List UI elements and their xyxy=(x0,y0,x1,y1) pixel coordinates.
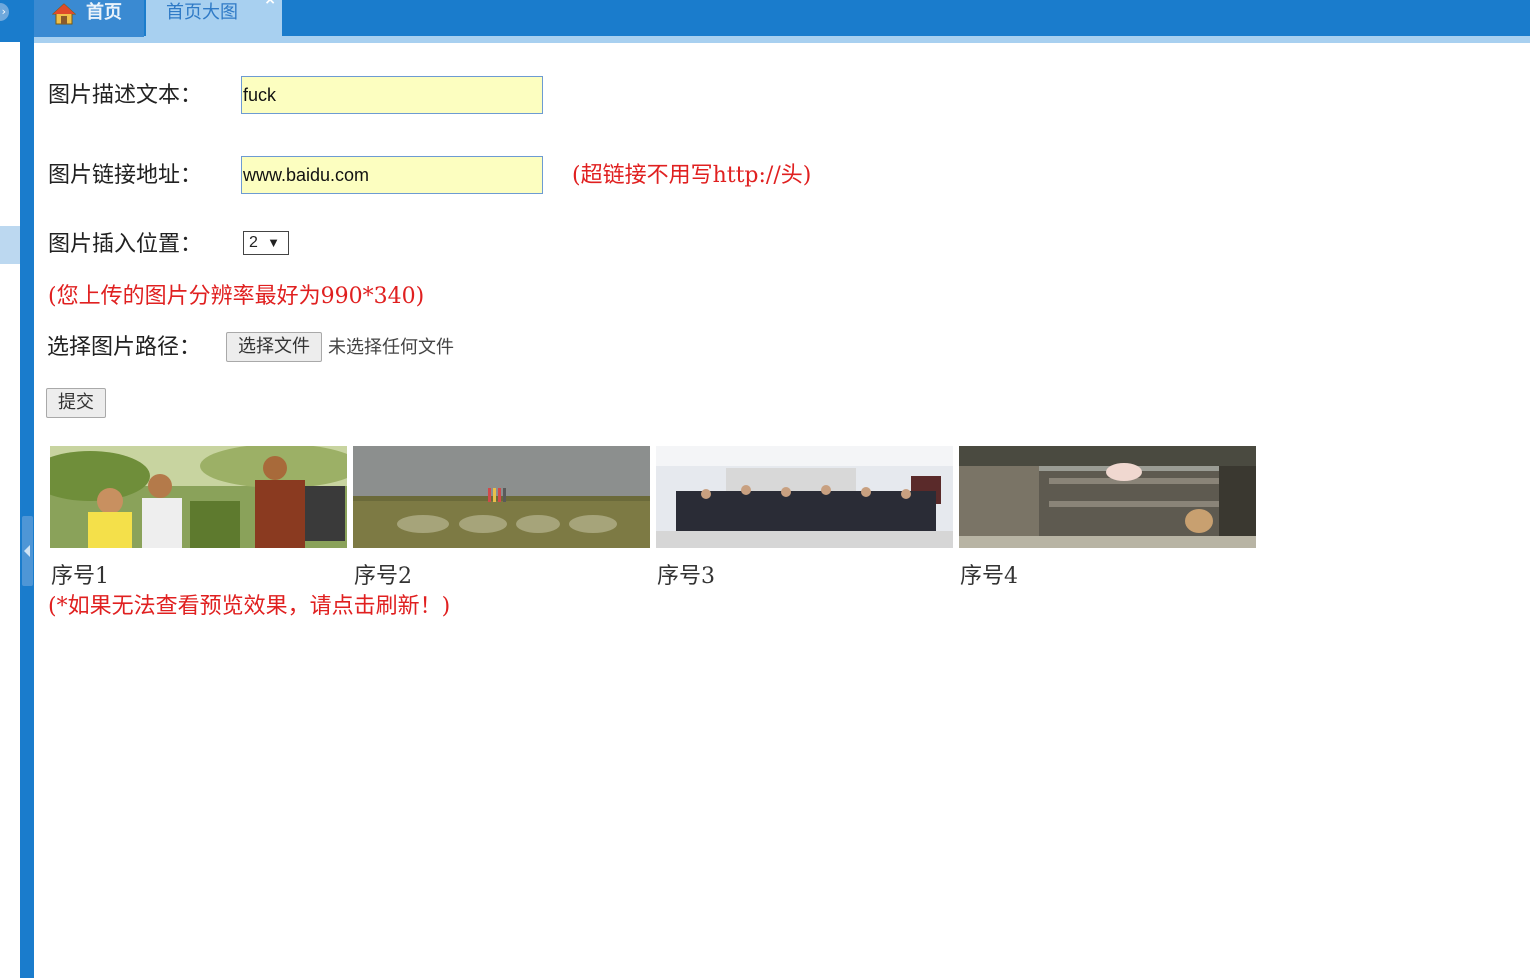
tab-home[interactable]: 首页 xyxy=(34,0,144,37)
thumbnail-caption-2: 序号2 xyxy=(354,564,412,589)
thumbnail-image-4[interactable] xyxy=(959,446,1256,548)
thumbnail-image-1[interactable] xyxy=(50,446,347,548)
thumbnail-caption-3: 序号3 xyxy=(657,564,715,589)
thumbnail-caption-4: 序号4 xyxy=(960,564,1018,589)
no-file-text: 未选择任何文件 xyxy=(328,337,454,358)
thumbnail-image-2[interactable] xyxy=(353,446,650,548)
desc-input[interactable] xyxy=(241,76,543,114)
desc-label: 图片描述文本： xyxy=(48,83,203,108)
submit-button[interactable]: 提交 xyxy=(46,388,106,418)
home-icon xyxy=(52,3,76,25)
link-hint: (超链接不用写http://头) xyxy=(572,163,812,188)
tab-home-banner[interactable]: 首页大图 × xyxy=(146,0,282,37)
thumbnail-caption-1: 序号1 xyxy=(51,564,109,589)
sidebar-selected-item[interactable] xyxy=(0,226,20,264)
tab-home-banner-label: 首页大图 xyxy=(166,2,238,23)
link-input[interactable] xyxy=(241,156,543,194)
resolution-hint: (您上传的图片分辨率最好为990*340) xyxy=(48,284,425,309)
position-select-value: 2 xyxy=(249,234,258,251)
close-tab-icon[interactable]: × xyxy=(264,0,276,8)
tab-bar: 首页 首页大图 × xyxy=(34,0,1530,43)
sidebar-border xyxy=(20,0,34,978)
tab-bar-underline xyxy=(34,36,1530,43)
tab-home-label: 首页 xyxy=(86,2,122,23)
link-label: 图片链接地址： xyxy=(48,163,203,188)
thumbnail-image-3[interactable] xyxy=(656,446,953,548)
collapse-arrow-icon xyxy=(24,545,30,557)
position-select[interactable]: 2 ▼ xyxy=(243,231,289,255)
refresh-hint[interactable]: (*如果无法查看预览效果，请点击刷新！) xyxy=(48,588,450,620)
sidebar-strip: › xyxy=(0,0,34,978)
position-label: 图片插入位置： xyxy=(48,232,203,257)
path-label: 选择图片路径： xyxy=(47,335,202,360)
dropdown-arrow-icon: ▼ xyxy=(267,235,280,250)
sidebar-collapse-handle[interactable] xyxy=(22,516,33,586)
choose-file-button[interactable]: 选择文件 xyxy=(226,332,322,362)
